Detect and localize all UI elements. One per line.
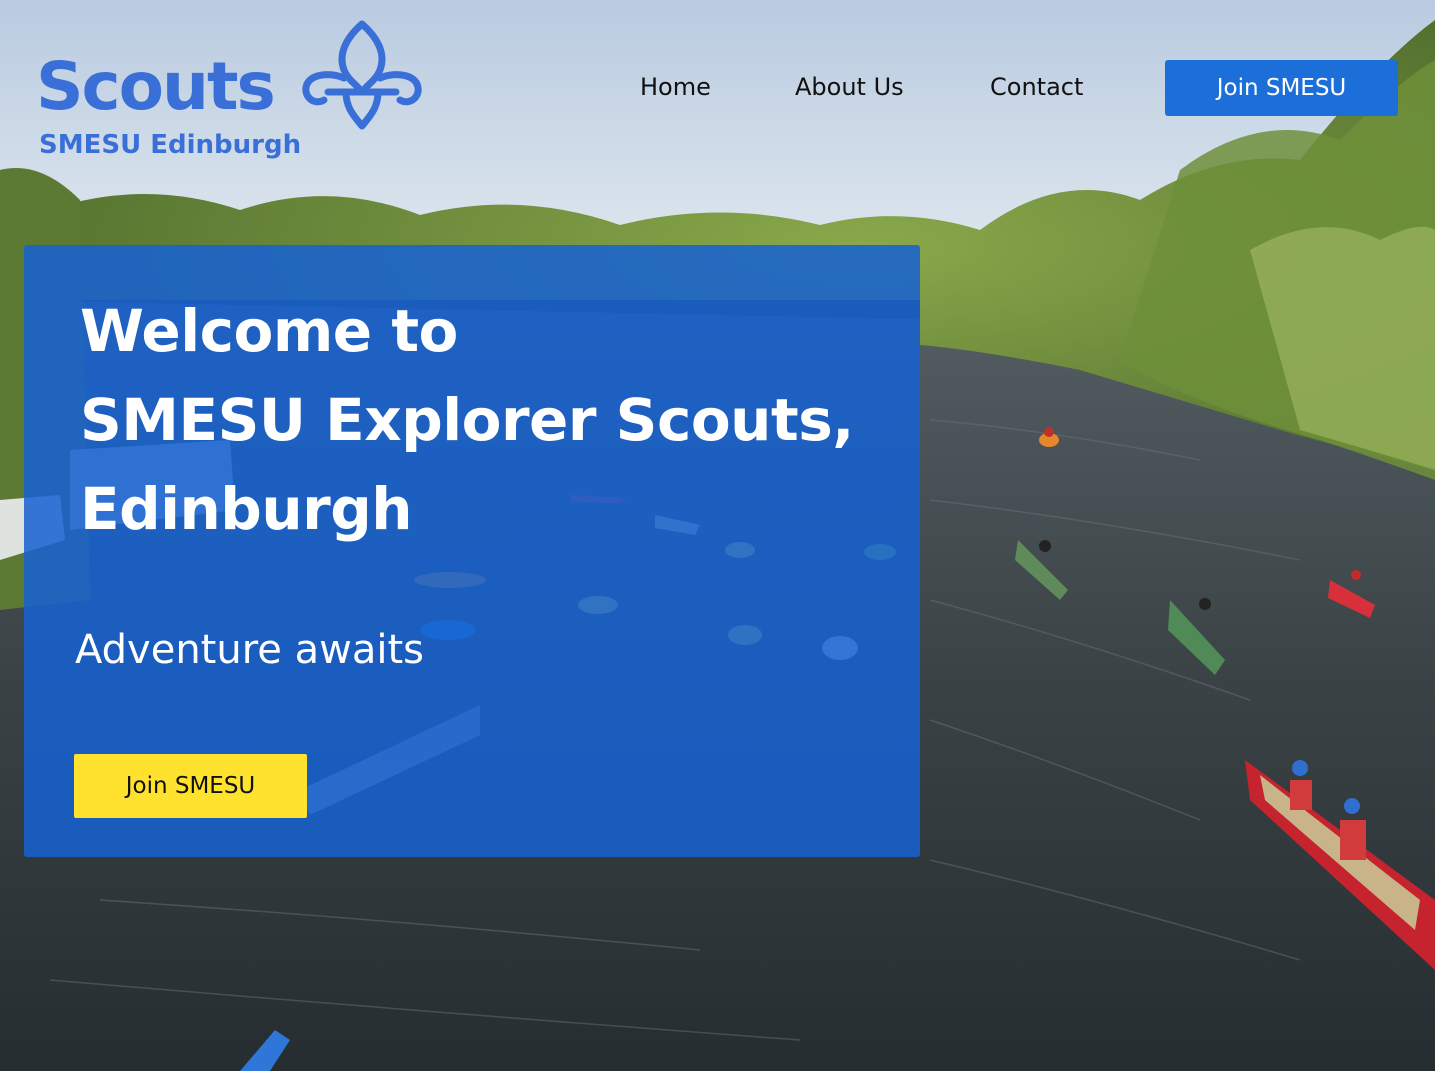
nav-join-button[interactable]: Join SMESU <box>1165 60 1398 116</box>
page: Scouts SMESU Edinburgh Home About Us Con… <box>0 0 1435 1071</box>
logo-wordmark: Scouts <box>36 48 276 125</box>
fleur-de-lis-icon <box>302 20 422 130</box>
hero-title: Welcome to SMESU Explorer Scouts, Edinbu… <box>80 287 900 554</box>
nav-home-link[interactable]: Home <box>640 71 711 103</box>
nav-about-link[interactable]: About Us <box>795 71 904 103</box>
hero-title-line: SMESU Explorer Scouts, <box>80 386 854 454</box>
hero-subtitle: Adventure awaits <box>75 627 424 673</box>
hero-title-line: Welcome to <box>80 297 458 365</box>
nav-contact-link[interactable]: Contact <box>990 71 1083 103</box>
hero-panel: Welcome to SMESU Explorer Scouts, Edinbu… <box>24 245 920 857</box>
scouts-logo[interactable]: Scouts SMESU Edinburgh <box>36 20 436 165</box>
hero-join-button[interactable]: Join SMESU <box>74 754 307 818</box>
hero-title-line: Edinburgh <box>80 475 413 543</box>
logo-subtitle: SMESU Edinburgh <box>39 130 302 160</box>
